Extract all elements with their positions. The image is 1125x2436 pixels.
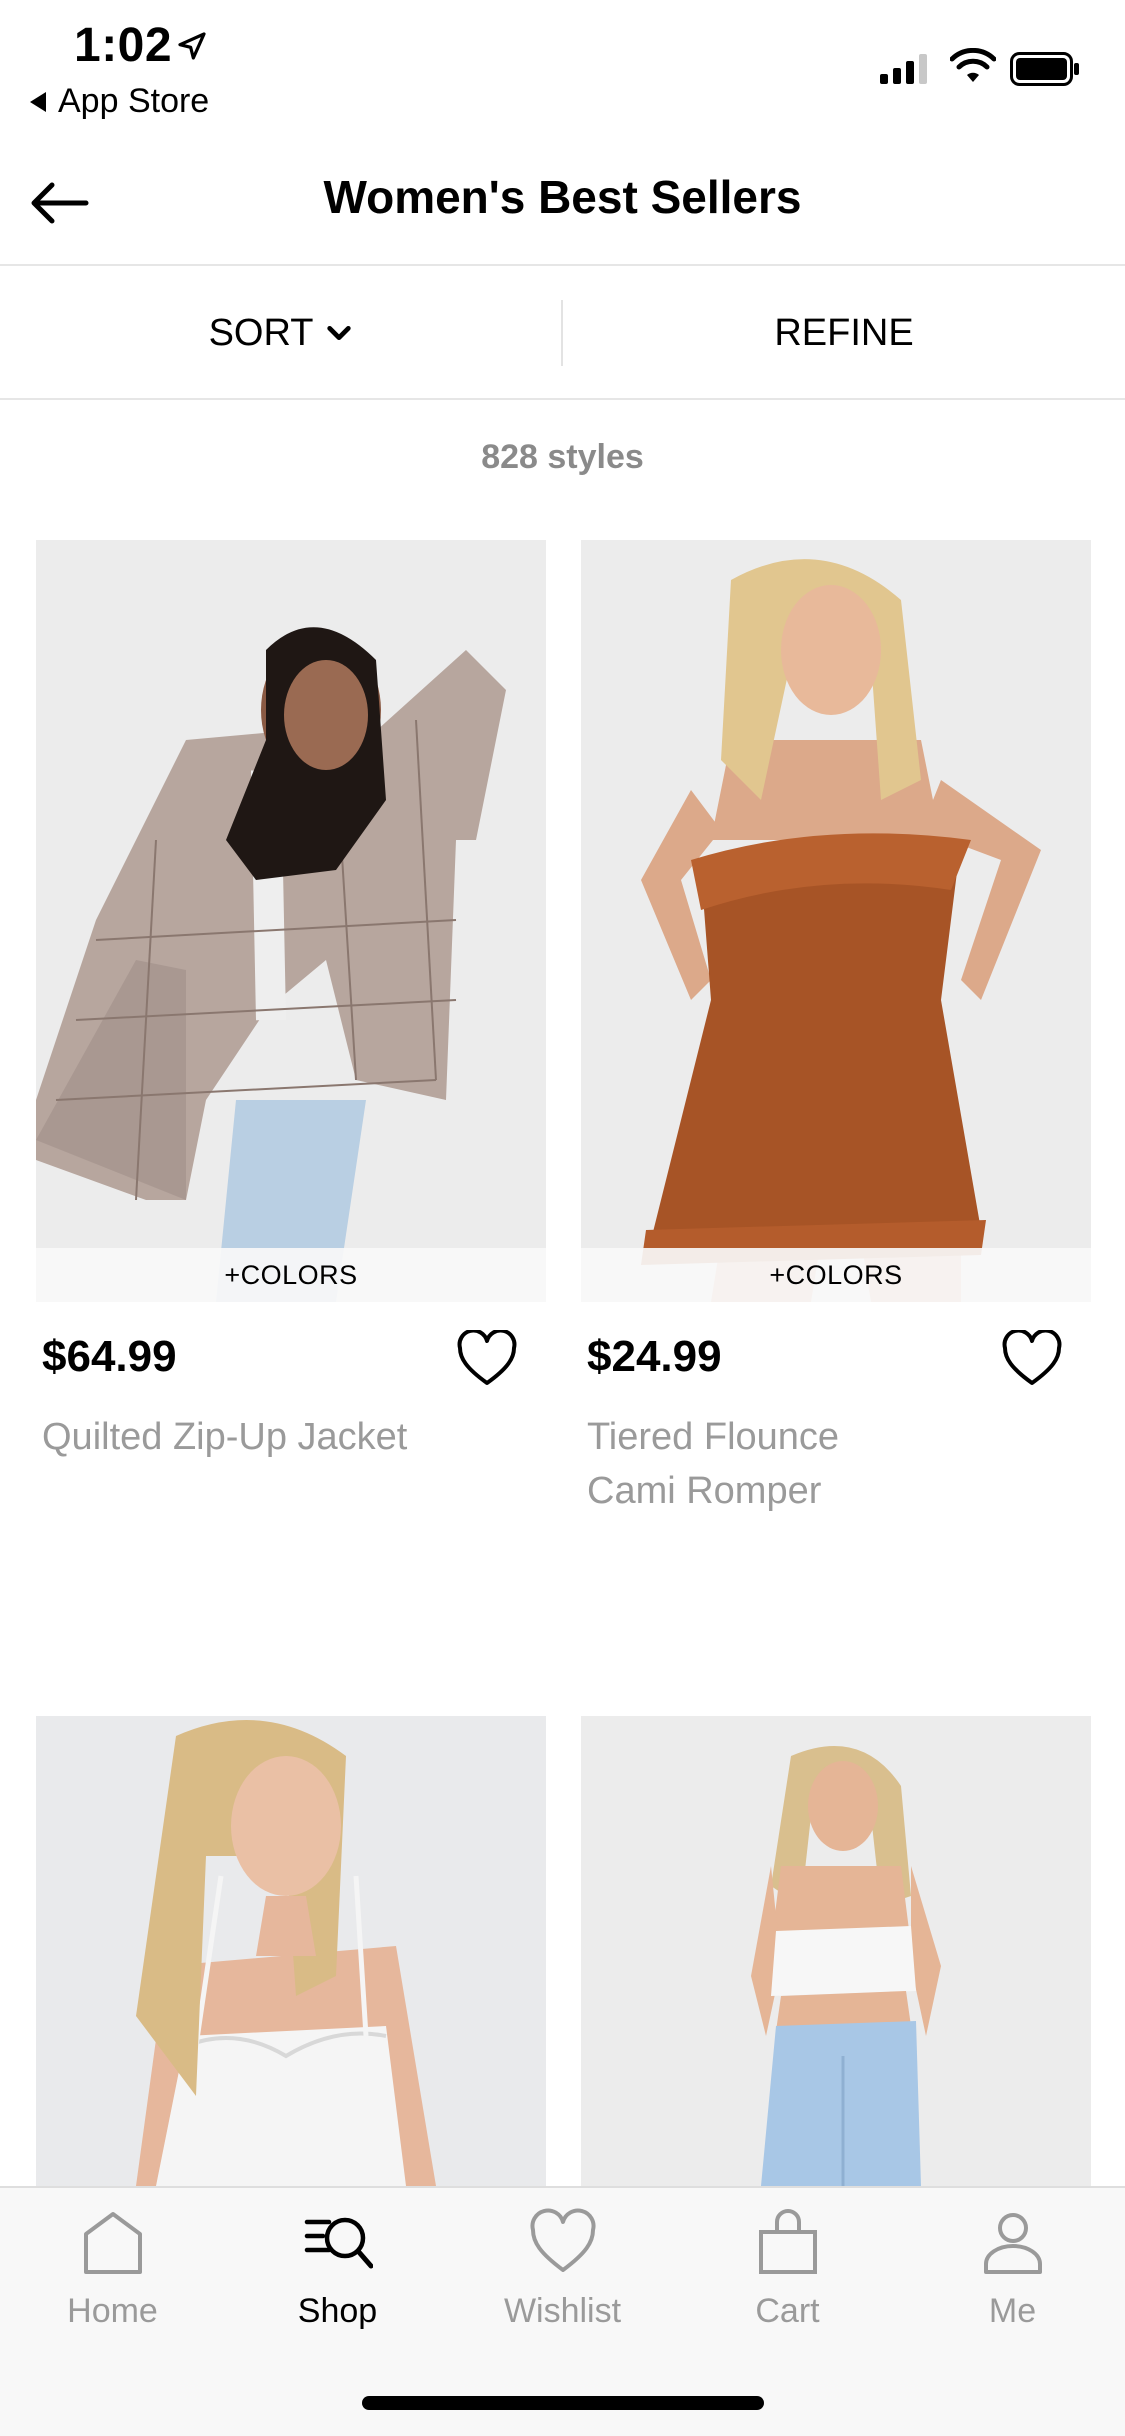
product-image[interactable] <box>581 1716 1091 2186</box>
tab-cart[interactable]: Cart <box>675 2208 900 2358</box>
tab-me-label: Me <box>988 2292 1037 2330</box>
product-name[interactable]: Quilted Zip-Up Jacket <box>42 1410 522 1464</box>
back-app-label: App Store <box>58 82 210 120</box>
product-card[interactable] <box>36 1716 546 2186</box>
tab-shop-label: Shop <box>297 2292 378 2330</box>
sort-label: SORT <box>208 311 314 354</box>
bag-icon <box>758 2209 817 2274</box>
shop-search-icon <box>304 2217 373 2269</box>
product-card[interactable]: +COLORS $64.99 Quilted Zip-Up Jacket <box>36 540 546 1540</box>
product-card[interactable]: +COLORS $24.99 Tiered Flounce Cami Romper <box>581 540 1091 1540</box>
product-price: $24.99 <box>587 1332 722 1381</box>
bodysuit-model-image <box>36 1716 546 2186</box>
product-name[interactable]: Tiered Flounce Cami Romper <box>587 1410 1067 1518</box>
tab-home-label: Home <box>67 2292 158 2330</box>
results-count: 828 styles <box>481 438 644 476</box>
tab-shop[interactable]: Shop <box>225 2208 450 2358</box>
product-image[interactable]: +COLORS <box>581 540 1091 1302</box>
colors-badge: +COLORS <box>36 1248 546 1302</box>
person-icon <box>983 2213 1042 2274</box>
page-title: Women's Best Sellers <box>323 171 802 223</box>
product-card[interactable] <box>581 1716 1091 2186</box>
refine-label: REFINE <box>774 311 914 354</box>
refine-button[interactable]: REFINE <box>563 266 1125 400</box>
tube-top-model-image <box>581 1716 1091 2186</box>
back-to-app-store[interactable]: App Store <box>30 82 209 121</box>
wishlist-heart-icon[interactable] <box>1001 1330 1063 1388</box>
home-icon <box>83 2212 142 2274</box>
status-time: 1:02 <box>74 19 173 72</box>
status-bar: 1:02 App Store <box>0 0 1125 140</box>
tab-wishlist-label: Wishlist <box>503 2292 622 2330</box>
home-indicator[interactable] <box>362 2396 764 2410</box>
filter-bar: SORT REFINE <box>0 266 1125 400</box>
tab-home[interactable]: Home <box>0 2208 225 2358</box>
sort-button[interactable]: SORT <box>0 266 562 400</box>
wishlist-heart-icon[interactable] <box>456 1330 518 1388</box>
nav-header: Women's Best Sellers <box>0 140 1125 266</box>
romper-model-image <box>581 540 1091 1302</box>
product-price: $64.99 <box>42 1332 177 1381</box>
product-image[interactable] <box>36 1716 546 2186</box>
heart-icon <box>529 2208 596 2272</box>
battery-icon <box>1010 52 1079 86</box>
tab-me[interactable]: Me <box>900 2208 1125 2358</box>
tab-cart-label: Cart <box>755 2292 820 2330</box>
cellular-signal-icon <box>880 54 927 84</box>
wifi-icon <box>950 48 996 82</box>
chevron-down-icon <box>327 326 352 340</box>
product-image[interactable]: +COLORS <box>36 540 546 1302</box>
tab-wishlist[interactable]: Wishlist <box>450 2208 675 2358</box>
location-arrow-icon <box>178 32 206 60</box>
jacket-model-image <box>36 540 546 1302</box>
colors-badge: +COLORS <box>581 1248 1091 1302</box>
back-triangle-icon <box>30 91 46 112</box>
